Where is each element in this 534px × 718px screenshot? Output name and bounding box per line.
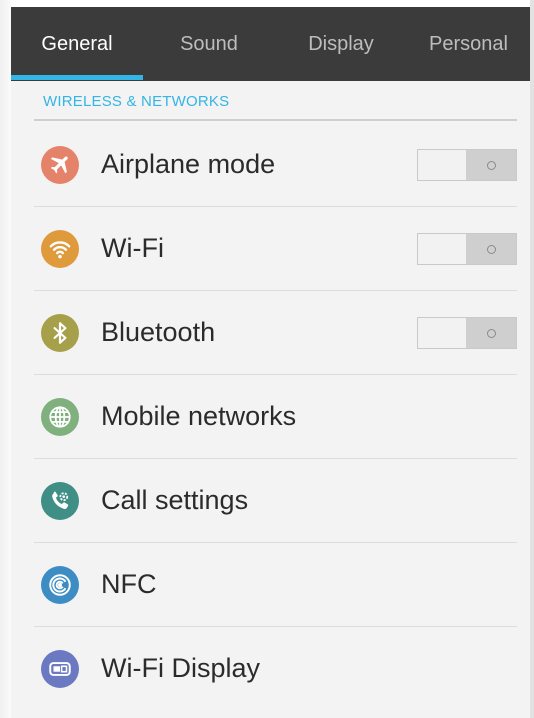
airplane-icon (41, 146, 79, 184)
tab-personal-label: Personal (429, 32, 508, 55)
wifi-display-icon (41, 650, 79, 688)
right-edge (530, 0, 534, 718)
tab-display-label: Display (308, 32, 374, 55)
wifi-icon (41, 230, 79, 268)
left-edge (0, 0, 11, 718)
toggle-track (418, 234, 467, 264)
wifi-display-label: Wi-Fi Display (101, 653, 260, 683)
tab-personal[interactable]: Personal (407, 7, 530, 81)
setting-item-wifi[interactable]: Wi-Fi (34, 207, 517, 291)
tab-sound-label: Sound (180, 32, 238, 55)
settings-panel: General Sound Display Personal WIRELESS … (11, 7, 530, 718)
airplane-mode-label: Airplane mode (101, 149, 276, 179)
toggle-off-indicator (486, 244, 496, 254)
tab-display[interactable]: Display (275, 7, 407, 81)
active-tab-indicator (11, 75, 143, 80)
settings-screen: General Sound Display Personal WIRELESS … (0, 0, 534, 718)
nfc-icon (41, 566, 79, 604)
tab-sound[interactable]: Sound (143, 7, 275, 81)
bluetooth-toggle[interactable] (417, 317, 517, 349)
toggle-knob (466, 318, 516, 348)
setting-item-wifi-display[interactable]: Wi-Fi Display (34, 627, 517, 711)
toggle-knob (466, 234, 516, 264)
toggle-off-indicator (486, 328, 496, 338)
mobile-networks-label: Mobile networks (101, 401, 297, 431)
wifi-toggle[interactable] (417, 233, 517, 265)
setting-item-bluetooth[interactable]: Bluetooth (34, 291, 517, 375)
setting-item-mobile-networks[interactable]: Mobile networks (34, 375, 517, 459)
toggle-track (418, 150, 467, 180)
setting-item-airplane-mode[interactable]: Airplane mode (34, 123, 517, 207)
tab-general-label: General (41, 32, 113, 55)
bluetooth-icon (41, 314, 79, 352)
setting-item-call-settings[interactable]: Call settings (34, 459, 517, 543)
phone-gear-icon (41, 482, 79, 520)
toggle-track (418, 318, 467, 348)
call-settings-label: Call settings (101, 485, 249, 515)
nfc-label: NFC (101, 569, 157, 599)
section-divider (34, 119, 517, 121)
tab-bar: General Sound Display Personal (11, 7, 530, 81)
globe-icon (41, 398, 79, 436)
bluetooth-label: Bluetooth (101, 317, 216, 347)
toggle-knob (466, 150, 516, 180)
wifi-label: Wi-Fi (101, 233, 164, 263)
tab-general[interactable]: General (11, 7, 143, 81)
setting-item-nfc[interactable]: NFC (34, 543, 517, 627)
airplane-mode-toggle[interactable] (417, 149, 517, 181)
toggle-off-indicator (486, 160, 496, 170)
section-header-wireless-networks: WIRELESS & NETWORKS (43, 93, 230, 110)
